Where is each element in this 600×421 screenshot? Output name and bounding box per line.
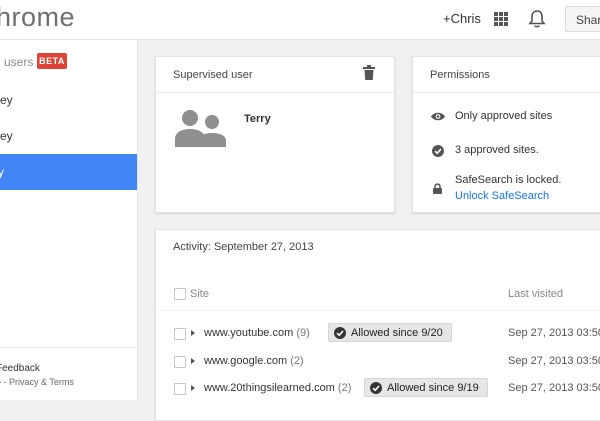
permission-text: Only approved sites: [455, 110, 553, 122]
user-account-link[interactable]: +Chris: [443, 11, 481, 26]
permission-text: SafeSearch is locked.: [455, 174, 562, 186]
beta-badge: BETA: [37, 53, 67, 69]
expand-caret-icon[interactable]: [191, 330, 195, 336]
bell-icon[interactable]: [528, 9, 546, 29]
last-visited-time: Sep 27, 2013 03:50: [508, 355, 600, 367]
expand-caret-icon[interactable]: [191, 358, 195, 364]
share-button[interactable]: Shar: [565, 6, 600, 32]
sidebar-item-label: ry: [0, 165, 4, 179]
activity-title: Activity: September 27, 2013: [173, 241, 314, 253]
sidebar-item-label: sey: [0, 93, 13, 107]
expand-caret-icon[interactable]: [191, 385, 195, 391]
top-bar: hrome +Chris Shar: [0, 0, 600, 40]
check-circle-icon: [334, 327, 346, 339]
check-circle-icon: [432, 145, 444, 157]
last-visited-time: Sep 27, 2013 03:50: [508, 382, 600, 394]
card-title: Supervised user: [173, 69, 253, 81]
activity-card: Activity: September 27, 2013 Site Last v…: [155, 229, 600, 421]
column-header-site[interactable]: Site: [190, 288, 209, 300]
activity-row: www.google.com (2) Sep 27, 2013 03:50: [156, 348, 600, 376]
feedback-link[interactable]: Feedback: [0, 363, 40, 374]
sidebar-user-item[interactable]: sey: [0, 118, 137, 154]
sidebar-user-item[interactable]: sey: [0, 82, 137, 118]
visit-count: (9): [296, 327, 310, 339]
sidebar: users BETA sey sey ry Feedback le - Priv…: [0, 40, 138, 400]
supervised-users-icon: [175, 110, 226, 147]
activity-table-header: Site Last visited: [156, 266, 600, 311]
activity-row: www.20thingsilearned.com (2) Allowed sin…: [156, 375, 600, 403]
last-visited-time: Sep 27, 2013 03:50: [508, 327, 600, 339]
apps-grid-icon[interactable]: [494, 12, 508, 26]
row-checkbox[interactable]: [174, 328, 186, 340]
allowed-badge: Allowed since 9/20: [328, 323, 452, 342]
trash-icon[interactable]: [363, 65, 375, 80]
row-checkbox[interactable]: [174, 383, 186, 395]
card-header: Permissions: [413, 57, 600, 93]
sidebar-title: users: [4, 55, 34, 69]
site-url[interactable]: www.20thingsilearned.com: [204, 382, 335, 394]
badge-text: Allowed since 9/19: [387, 382, 479, 394]
card-header: Supervised user: [156, 57, 394, 93]
unlock-safesearch-link[interactable]: Unlock SafeSearch: [455, 190, 549, 202]
row-checkbox[interactable]: [174, 356, 186, 368]
sidebar-footer: Feedback le - Privacy & Terms: [0, 347, 137, 387]
supervised-user-card: Supervised user Terry: [155, 56, 395, 213]
app-title: hrome: [0, 2, 76, 32]
site-url[interactable]: www.youtube.com: [204, 327, 293, 339]
privacy-terms-links[interactable]: le - Privacy & Terms: [0, 377, 74, 387]
site-url[interactable]: www.google.com: [204, 355, 287, 367]
sidebar-user-item-active[interactable]: ry: [0, 154, 137, 190]
badge-text: Allowed since 9/20: [351, 327, 443, 339]
activity-row: www.youtube.com (9) Allowed since 9/20 S…: [156, 320, 600, 348]
check-circle-icon: [370, 382, 382, 394]
visit-count: (2): [337, 382, 352, 394]
permission-text: 3 approved sites.: [455, 144, 539, 156]
select-all-checkbox[interactable]: [174, 288, 186, 300]
lock-icon: [433, 183, 442, 194]
visit-count: (2): [290, 355, 304, 367]
sidebar-item-label: sey: [0, 129, 13, 143]
supervised-user-name: Terry: [244, 113, 271, 125]
eye-icon: [431, 112, 445, 121]
allowed-badge: Allowed since 9/19: [364, 378, 488, 397]
permissions-card: Permissions Only approved sites 3 approv…: [412, 56, 600, 213]
column-header-last-visited[interactable]: Last visited: [508, 288, 563, 300]
card-title: Permissions: [430, 69, 490, 81]
